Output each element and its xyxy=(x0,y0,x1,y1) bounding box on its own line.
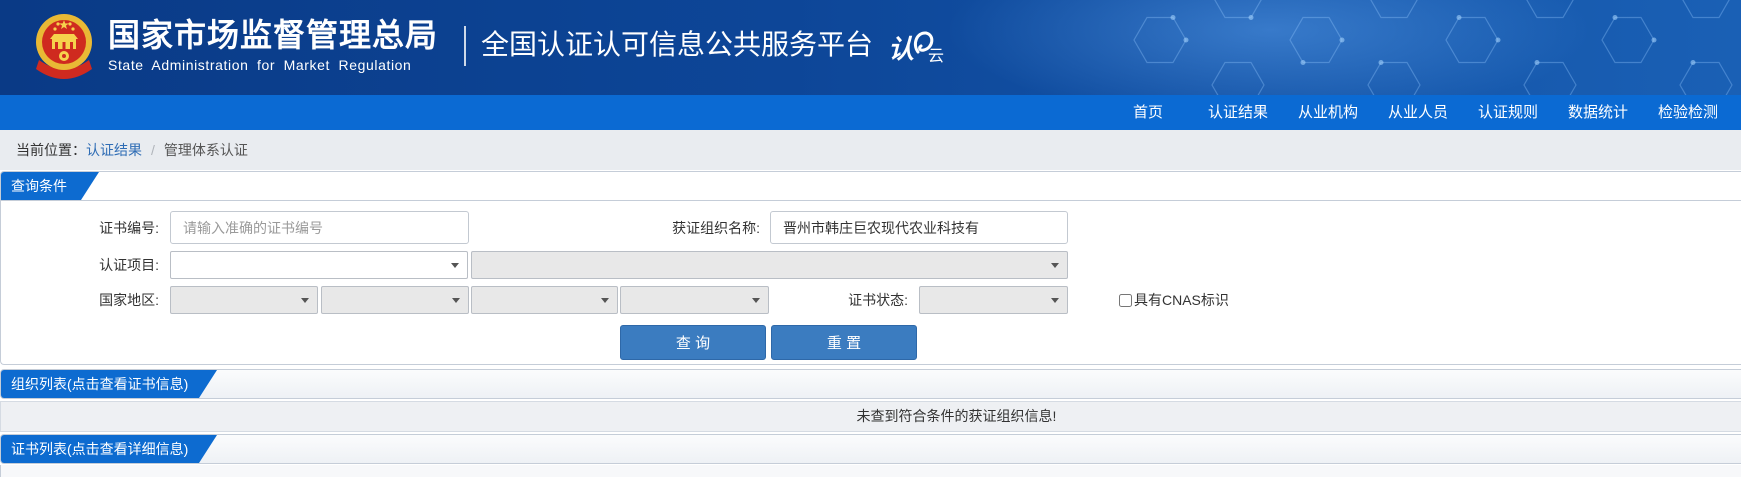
org-list-header: 组织列表(点击查看证书信息) xyxy=(0,369,1741,399)
cnas-checkbox-label[interactable]: 具有CNAS标识 xyxy=(1134,290,1229,310)
region-select-2[interactable] xyxy=(321,286,469,314)
cert-subproject-select[interactable] xyxy=(471,251,1068,279)
cert-project-label: 认证项目: xyxy=(99,257,159,273)
breadcrumb: 当前位置：认证结果 / 管理体系认证 xyxy=(16,140,248,160)
breadcrumb-link-cert-results[interactable]: 认证结果 xyxy=(86,142,142,158)
org-name-label: 获证组织名称: xyxy=(672,220,760,236)
cert-project-select[interactable] xyxy=(170,251,468,279)
chevron-down-icon xyxy=(1051,298,1059,303)
breadcrumb-bar: 当前位置：认证结果 / 管理体系认证 xyxy=(0,130,1741,170)
breadcrumb-prefix: 当前位置： xyxy=(16,142,86,158)
region-label: 国家地区: xyxy=(99,292,159,308)
logo-char-yun: 云 xyxy=(928,48,945,65)
site-header: 国家市场监督管理总局 State Administration for Mark… xyxy=(0,0,1741,95)
chevron-down-icon xyxy=(451,263,459,268)
query-button[interactable]: 查 询 xyxy=(620,325,766,360)
national-emblem-icon xyxy=(36,14,92,79)
query-panel-title: 查询条件 xyxy=(1,172,99,200)
main-nav: 首页 认证结果 从业机构 从业人员 认证规则 数据统计 检验检测 xyxy=(0,95,1741,130)
breadcrumb-current: 管理体系认证 xyxy=(163,142,248,158)
org-name-input[interactable] xyxy=(770,211,1068,244)
chevron-down-icon xyxy=(301,298,309,303)
renyun-logo: 认 云 xyxy=(888,28,958,70)
region-select-1[interactable] xyxy=(170,286,318,314)
header-divider xyxy=(464,26,466,66)
chevron-down-icon xyxy=(601,298,609,303)
cert-no-input[interactable] xyxy=(170,211,469,244)
nav-item-inspection[interactable]: 检验检测 xyxy=(1643,95,1733,130)
nav-item-home[interactable]: 首页 xyxy=(1103,95,1193,130)
query-panel-header: 查询条件 xyxy=(1,172,1741,201)
cert-list-header: 证书列表(点击查看详细信息) xyxy=(0,434,1741,464)
agency-name-en: State Administration for Market Regulati… xyxy=(108,57,412,73)
cert-list-title: 证书列表(点击查看详细信息) xyxy=(1,435,217,463)
nav-item-institutions[interactable]: 从业机构 xyxy=(1283,95,1373,130)
agency-name-cn: 国家市场监督管理总局 xyxy=(108,17,439,53)
cert-no-label: 证书编号: xyxy=(99,220,159,236)
nav-item-statistics[interactable]: 数据统计 xyxy=(1553,95,1643,130)
chevron-down-icon xyxy=(452,298,460,303)
breadcrumb-separator: / xyxy=(151,142,155,158)
hex-network-pattern xyxy=(1133,0,1733,95)
region-select-3[interactable] xyxy=(471,286,618,314)
org-list-title: 组织列表(点击查看证书信息) xyxy=(1,370,217,398)
nav-item-personnel[interactable]: 从业人员 xyxy=(1373,95,1463,130)
nav-items: 首页 认证结果 从业机构 从业人员 认证规则 数据统计 检验检测 xyxy=(1103,95,1733,130)
logo-char-ren: 认 xyxy=(888,34,915,64)
org-list-empty-message: 未查到符合条件的获证组织信息! xyxy=(0,401,1741,432)
cert-status-select[interactable] xyxy=(919,286,1068,314)
platform-title: 全国认证认可信息公共服务平台 xyxy=(481,29,874,60)
nav-item-cert-rules[interactable]: 认证规则 xyxy=(1463,95,1553,130)
cert-list-body xyxy=(0,465,1741,477)
nav-item-cert-results[interactable]: 认证结果 xyxy=(1193,95,1283,130)
cert-status-label: 证书状态: xyxy=(848,292,908,308)
reset-button[interactable]: 重 置 xyxy=(771,325,917,360)
cnas-checkbox[interactable] xyxy=(1119,294,1132,307)
chevron-down-icon xyxy=(1051,263,1059,268)
region-select-4[interactable] xyxy=(620,286,769,314)
